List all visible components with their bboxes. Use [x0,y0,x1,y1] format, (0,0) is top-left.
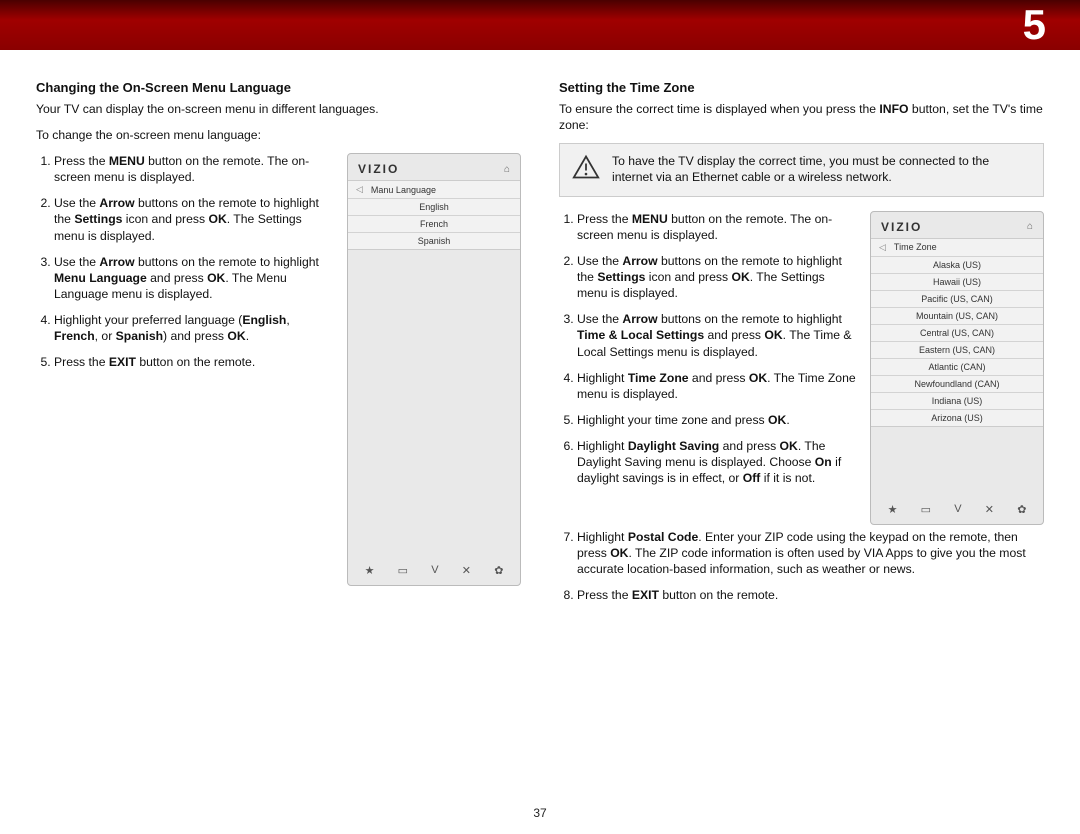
star-icon: ★ [888,503,898,516]
vizio-brand: VIZIO [358,162,399,176]
menu-item: Spanish [348,233,520,249]
right-steps-bottom: Highlight Postal Code. Enter your ZIP co… [559,529,1044,603]
menu-language-list: ◁ Manu Language English French Spanish [348,180,520,250]
menu-title-row: ◁ Manu Language [348,181,520,199]
home-icon: ⌂ [504,164,510,175]
left-intro-2: To change the on-screen menu language: [36,127,521,143]
vizio-brand: VIZIO [881,220,922,234]
gear-icon: ✿ [494,564,503,577]
menu-item: Indiana (US) [871,393,1043,410]
right-steps-with-screen: Press the MENU button on the remote. The… [559,211,1044,525]
menu-item: Central (US, CAN) [871,325,1043,342]
v-icon: V [431,564,438,577]
right-heading: Setting the Time Zone [559,80,1044,95]
close-icon: ✕ [985,503,994,516]
menu-item: Arizona (US) [871,410,1043,426]
menu-item: French [348,216,520,233]
page-number: 37 [0,806,1080,820]
time-zone-list: ◁ Time Zone Alaska (US) Hawaii (US) Paci… [871,238,1043,427]
warning-triangle-icon [572,154,600,180]
menu-item: English [348,199,520,216]
right-column: Setting the Time Zone To ensure the corr… [559,80,1044,613]
menu-item: Eastern (US, CAN) [871,342,1043,359]
back-arrow-icon: ◁ [356,184,363,195]
left-step-3: Use the Arrow buttons on the remote to h… [54,254,333,302]
menu-item: Pacific (US, CAN) [871,291,1043,308]
chapter-number: 5 [1023,0,1046,50]
menu-title: Manu Language [371,185,436,195]
left-step-2: Use the Arrow buttons on the remote to h… [54,195,333,243]
left-steps-with-screen: Press the MENU button on the remote. The… [36,153,521,586]
back-arrow-icon: ◁ [879,242,886,253]
right-step-8: Press the EXIT button on the remote. [577,587,1044,603]
menu-title: Time Zone [894,242,937,252]
left-step-4: Highlight your preferred language (Engli… [54,312,333,344]
screen-footer-icons: ★ ▭ V ✕ ✿ [871,497,1043,524]
cc-icon: ▭ [921,503,931,516]
left-heading: Changing the On-Screen Menu Language [36,80,521,95]
left-step-1: Press the MENU button on the remote. The… [54,153,333,185]
menu-item: Newfoundland (CAN) [871,376,1043,393]
warning-box: To have the TV display the correct time,… [559,143,1044,197]
right-step-1: Press the MENU button on the remote. The… [577,211,856,243]
menu-item: Mountain (US, CAN) [871,308,1043,325]
left-steps: Press the MENU button on the remote. The… [36,153,333,370]
chapter-header-bar: 5 [0,0,1080,50]
left-column: Changing the On-Screen Menu Language You… [36,80,521,613]
close-icon: ✕ [462,564,471,577]
right-step-7: Highlight Postal Code. Enter your ZIP co… [577,529,1044,577]
page-content: Changing the On-Screen Menu Language You… [0,50,1080,613]
home-icon: ⌂ [1027,221,1033,232]
menu-title-row: ◁ Time Zone [871,239,1043,257]
right-intro: To ensure the correct time is displayed … [559,101,1044,133]
menu-item: Hawaii (US) [871,274,1043,291]
gear-icon: ✿ [1017,503,1026,516]
star-icon: ★ [365,564,375,577]
menu-item: Atlantic (CAN) [871,359,1043,376]
right-step-2: Use the Arrow buttons on the remote to h… [577,253,856,301]
menu-item: Alaska (US) [871,257,1043,274]
right-step-5: Highlight your time zone and press OK. [577,412,856,428]
right-step-4: Highlight Time Zone and press OK. The Ti… [577,370,856,402]
v-icon: V [954,503,961,516]
right-steps-top: Press the MENU button on the remote. The… [559,211,856,486]
screen-footer-icons: ★ ▭ V ✕ ✿ [348,558,520,585]
left-step-5: Press the EXIT button on the remote. [54,354,333,370]
cc-icon: ▭ [398,564,408,577]
right-step-3: Use the Arrow buttons on the remote to h… [577,311,856,359]
time-zone-screen: VIZIO ⌂ ◁ Time Zone Alaska (US) Hawaii (… [870,211,1044,525]
menu-language-screen: VIZIO ⌂ ◁ Manu Language English French S… [347,153,521,586]
right-step-6: Highlight Daylight Saving and press OK. … [577,438,856,486]
left-intro-1: Your TV can display the on-screen menu i… [36,101,521,117]
warning-text: To have the TV display the correct time,… [612,154,1031,186]
